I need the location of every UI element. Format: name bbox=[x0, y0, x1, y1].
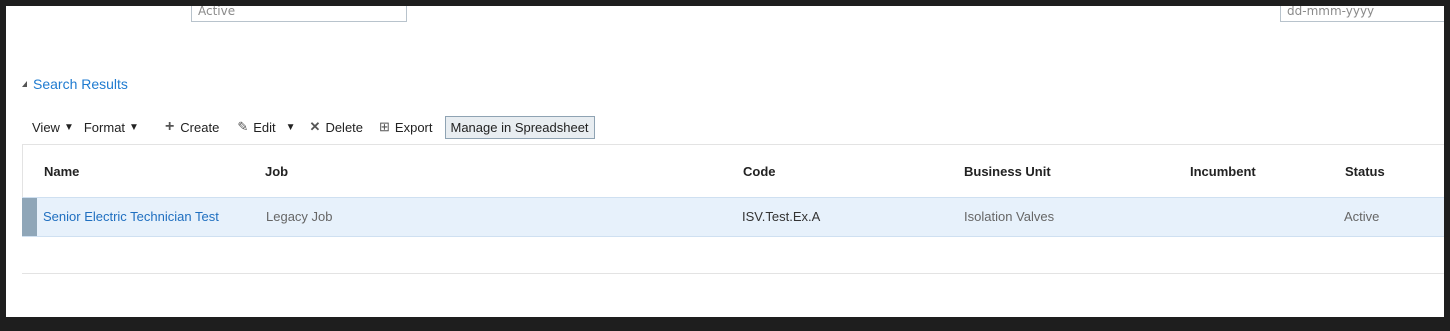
create-label: Create bbox=[180, 119, 220, 135]
edit-button[interactable]: ✎ Edit bbox=[237, 119, 275, 135]
delete-button[interactable]: ✕ Delete bbox=[310, 119, 363, 135]
table-header: Name Job Code Business Unit Incumbent St… bbox=[22, 144, 1444, 197]
cell-job: Legacy Job bbox=[266, 209, 333, 224]
cell-name-link[interactable]: Senior Electric Technician Test bbox=[43, 209, 219, 224]
row-selection-marker[interactable] bbox=[22, 198, 37, 236]
plus-icon: + bbox=[164, 118, 175, 135]
manage-in-spreadsheet-button[interactable]: Manage in Spreadsheet bbox=[444, 115, 595, 139]
table-row[interactable]: Senior Electric Technician Test Legacy J… bbox=[22, 197, 1444, 237]
collapse-triangle-icon[interactable] bbox=[22, 81, 27, 87]
export-button[interactable]: ⊞ Export bbox=[379, 119, 432, 135]
create-button[interactable]: + Create bbox=[165, 118, 219, 136]
edit-menu-caret-icon[interactable]: ▼ bbox=[286, 122, 296, 133]
pencil-icon: ✎ bbox=[237, 119, 249, 134]
column-header-status[interactable]: Status bbox=[1345, 164, 1385, 179]
app-window: Active dd-mmm-yyyy Search Results View ▼… bbox=[6, 6, 1444, 317]
column-header-business-unit[interactable]: Business Unit bbox=[964, 164, 1051, 179]
cell-status: Active bbox=[1344, 209, 1380, 224]
delete-x-icon: ✕ bbox=[309, 119, 321, 134]
caret-down-icon: ▼ bbox=[129, 121, 139, 133]
status-filter-input[interactable]: Active bbox=[191, 6, 407, 22]
date-filter-input[interactable]: dd-mmm-yyyy bbox=[1280, 6, 1444, 22]
caret-down-icon: ▼ bbox=[63, 121, 74, 133]
view-label: View bbox=[32, 119, 60, 135]
export-icon: ⊞ bbox=[379, 119, 390, 134]
column-header-job[interactable]: Job bbox=[265, 164, 288, 179]
section-title: Search Results bbox=[33, 76, 128, 92]
view-menu[interactable]: View ▼ bbox=[32, 120, 74, 135]
toolbar: View ▼ Format ▼ + Create ✎ Edit ▼ ✕ Dele… bbox=[32, 114, 595, 140]
cell-business-unit: Isolation Valves bbox=[964, 209, 1055, 224]
results-table: Name Job Code Business Unit Incumbent St… bbox=[22, 144, 1444, 237]
delete-label: Delete bbox=[325, 119, 364, 135]
format-label: Format bbox=[83, 119, 126, 135]
column-header-incumbent[interactable]: Incumbent bbox=[1190, 164, 1256, 179]
edit-label: Edit bbox=[253, 119, 276, 135]
search-results-header[interactable]: Search Results bbox=[22, 76, 128, 92]
format-menu[interactable]: Format ▼ bbox=[84, 120, 139, 135]
divider bbox=[22, 273, 1444, 274]
column-header-name[interactable]: Name bbox=[44, 164, 79, 179]
export-label: Export bbox=[394, 119, 433, 135]
cell-code: ISV.Test.Ex.A bbox=[742, 209, 821, 224]
column-header-code[interactable]: Code bbox=[743, 164, 776, 179]
